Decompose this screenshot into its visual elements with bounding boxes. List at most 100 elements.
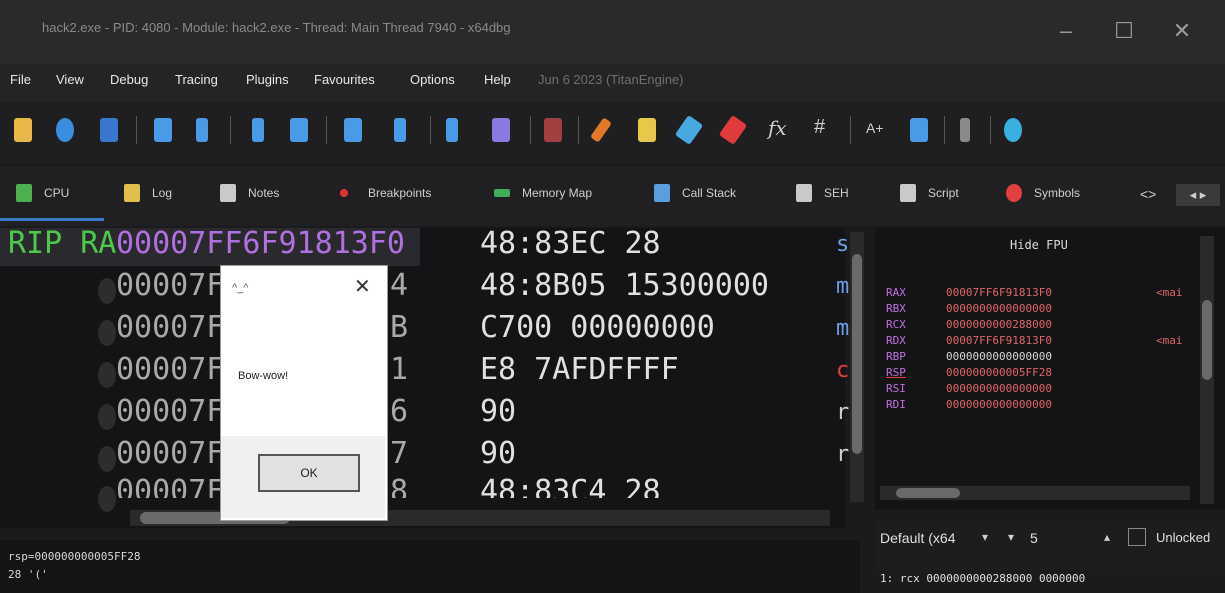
registers-vscroll-thumb[interactable] [1202,300,1212,380]
breakpoint-gutter[interactable] [98,404,116,430]
ok-button[interactable]: OK [258,454,360,492]
row-bytes[interactable]: 48:83C4 28 [480,474,661,498]
rip-label: RIP RA [8,226,117,261]
row-bytes[interactable]: 90 [480,436,516,471]
chevron-down-icon[interactable]: ▾ [1008,530,1014,544]
tab-label: Memory Map [522,186,593,200]
close-button[interactable]: ✕ [1162,14,1202,48]
breakpoint-gutter[interactable] [98,278,116,304]
toolbar-separator [430,116,431,144]
row-address[interactable]: 00007F [116,268,224,303]
toolbar-separator [578,116,579,144]
menu-view[interactable]: View [56,72,84,87]
breakpoint-gutter[interactable] [98,362,116,388]
row-address[interactable]: 00007FF6F91813F0 [116,226,405,261]
row-mnemonic[interactable]: r [836,400,849,425]
trace-over-icon[interactable] [394,118,406,142]
reg-value[interactable]: 0000000000000000 [946,398,1052,411]
row-address[interactable]: 00007F [116,474,224,498]
active-tab-indicator [0,218,104,221]
row-address[interactable]: 00007F [116,394,224,429]
script-icon [900,184,916,202]
dialog-message: Bow-wow! [238,370,289,382]
step-into-icon[interactable] [252,118,264,142]
menu-plugins[interactable]: Plugins [246,72,289,87]
tab-memory-map[interactable]: Memory Map [494,170,624,220]
menu-favourites[interactable]: Favourites [314,72,375,87]
tab-log[interactable]: Log [124,170,204,220]
menu-options[interactable]: Options [410,72,455,87]
menu-debug[interactable]: Debug [110,72,148,87]
chevron-down-icon[interactable]: ▾ [982,530,988,544]
run-to-user-code-icon[interactable] [492,118,510,142]
tab-symbols[interactable]: Symbols [1006,170,1106,220]
stop-icon[interactable] [100,118,118,142]
row-bytes[interactable]: 90 [480,394,516,429]
help-icon[interactable] [1004,118,1022,142]
breakpoint-gutter[interactable] [98,446,116,472]
reg-value[interactable]: 0000000000000000 [946,382,1052,395]
tab-breakpoints[interactable]: Breakpoints [340,170,460,220]
breakpoint-gutter[interactable] [98,486,116,512]
row-mnemonic[interactable]: r [836,442,849,467]
argument-count-spinner[interactable]: 5 [1030,530,1038,546]
tab-cpu[interactable]: CPU [16,170,104,220]
source-icon[interactable]: <> [1140,186,1156,202]
maximize-button[interactable]: ☐ [1104,14,1144,48]
breakpoint-gutter[interactable] [98,320,116,346]
reg-value[interactable]: 000000000005FF28 [946,366,1052,379]
tab-seh[interactable]: SEH [796,170,866,220]
execute-till-return-icon[interactable] [446,118,458,142]
unlocked-checkbox[interactable] [1128,528,1146,546]
row-mnemonic[interactable]: c [836,358,849,383]
row-bytes[interactable]: 48:8B05 15300000 [480,268,769,303]
reg-value[interactable]: 00007FF6F91813F0 [946,334,1052,347]
user-icon[interactable] [910,118,928,142]
restart-icon[interactable] [56,118,74,142]
cpu-icon [16,184,32,202]
row-address[interactable]: 00007F [116,436,224,471]
row-address[interactable]: 00007F [116,352,224,387]
reg-value[interactable]: 0000000000288000 [946,318,1052,331]
disasm-vscroll-thumb[interactable] [852,254,862,454]
run-icon[interactable] [154,118,172,142]
toolbar-separator [326,116,327,144]
registers-hscroll-thumb[interactable] [896,488,960,498]
tab-notes[interactable]: Notes [220,170,310,220]
reg-value[interactable]: 00007FF6F91813F0 [946,286,1052,299]
row-mnemonic[interactable]: m [836,274,849,299]
minimize-button[interactable]: – [1046,14,1086,48]
hide-fpu-button[interactable]: Hide FPU [1010,238,1068,252]
reg-name: RDI [886,398,906,411]
function-icon[interactable]: fx [768,116,787,140]
pause-icon[interactable] [196,118,208,142]
row-bytes[interactable]: C700 00000000 [480,310,715,345]
tab-label: Notes [248,186,280,200]
argument-row[interactable]: 1: rcx 0000000000288000 0000000 [880,572,1085,585]
tab-scroll-arrows[interactable]: ◂ ▸ [1176,184,1220,206]
hash-icon[interactable]: # [814,116,825,139]
menu-help[interactable]: Help [484,72,511,87]
dialog-close-icon[interactable]: ✕ [354,274,371,299]
row-mnemonic[interactable]: s [836,232,849,257]
reg-value[interactable]: 0000000000000000 [946,302,1052,315]
scylla-icon[interactable] [544,118,562,142]
trace-into-icon[interactable] [344,118,362,142]
tab-call-stack[interactable]: Call Stack [654,170,764,220]
row-bytes[interactable]: E8 7AFDFFFF [480,352,679,387]
call-convention-select[interactable]: Default (x64 [880,530,955,546]
font-icon[interactable]: A+ [866,120,884,136]
comment-icon[interactable] [638,118,656,142]
menu-file[interactable]: File [10,72,31,87]
row-mnemonic[interactable]: m [836,316,849,341]
menu-tracing[interactable]: Tracing [175,72,218,87]
open-icon[interactable] [14,118,32,142]
tab-script[interactable]: Script [900,170,980,220]
spinner-up-icon[interactable]: ▴ [1104,530,1110,544]
row-bytes[interactable]: 48:83EC 28 [480,226,661,261]
calculator-icon[interactable] [960,118,970,142]
reg-name: RSI [886,382,906,395]
row-address[interactable]: 00007F [116,310,224,345]
reg-value[interactable]: 0000000000000000 [946,350,1052,363]
step-over-icon[interactable] [290,118,308,142]
